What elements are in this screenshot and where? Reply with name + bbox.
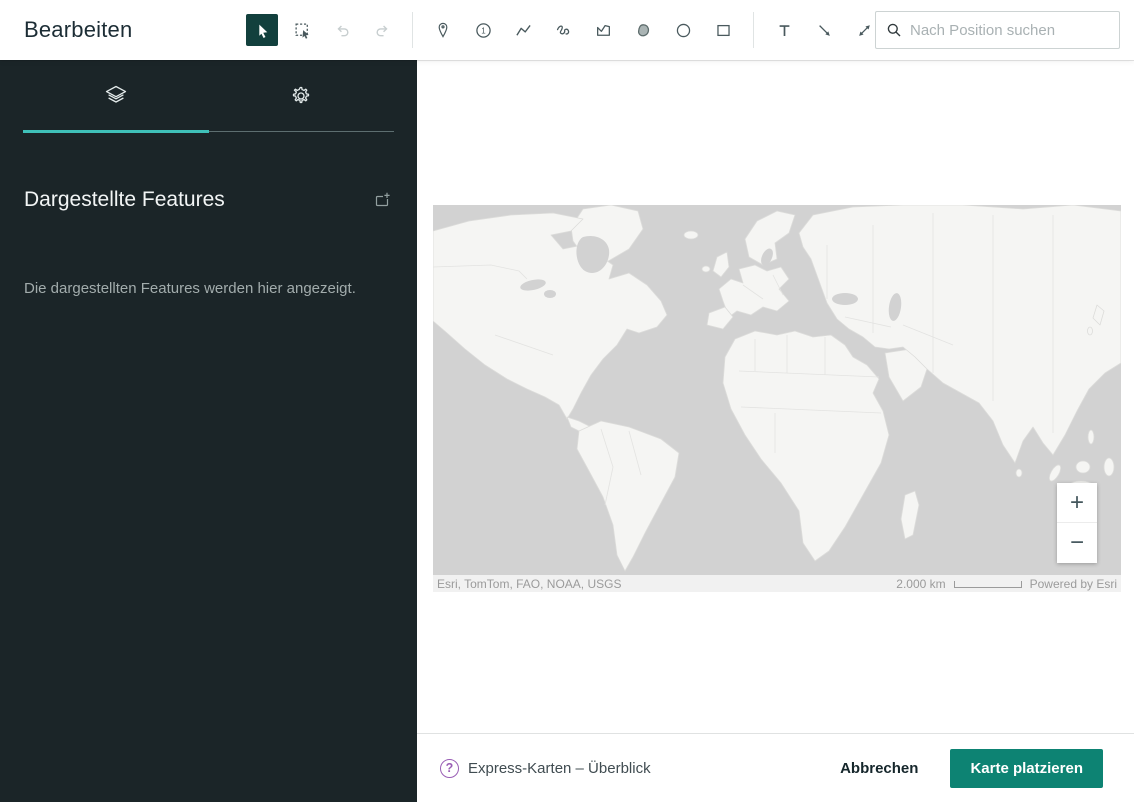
- freehand-line-tool-button[interactable]: [547, 14, 579, 46]
- help-link[interactable]: ? Express-Karten – Überblick: [440, 759, 651, 778]
- tab-layers[interactable]: [23, 60, 209, 131]
- powered-by-label: Powered by Esri: [1030, 577, 1117, 591]
- panel-title: Dargestellte Features: [24, 188, 225, 212]
- place-map-button[interactable]: Karte platzieren: [950, 749, 1103, 788]
- search-icon: [886, 22, 902, 38]
- panel-tabbar: [23, 60, 394, 132]
- polyline-tool-button[interactable]: [507, 14, 539, 46]
- polygon-tool-button[interactable]: [587, 14, 619, 46]
- zoom-in-button[interactable]: +: [1057, 483, 1097, 523]
- position-search: [875, 11, 1120, 49]
- redo-icon: [374, 22, 391, 39]
- action-bar: ? Express-Karten – Überblick Abbrechen K…: [417, 733, 1134, 802]
- map-attribution-bar: Esri, TomTom, FAO, NOAA, USGS 2.000 km P…: [433, 575, 1121, 592]
- map-canvas[interactable]: Esri, TomTom, FAO, NOAA, USGS 2.000 km P…: [433, 205, 1121, 592]
- double-arrow-icon: [856, 22, 873, 39]
- page-title: Bearbeiten: [24, 17, 132, 43]
- tab-settings[interactable]: [209, 60, 395, 131]
- top-header: Bearbeiten: [0, 0, 1134, 60]
- cancel-button[interactable]: Abbrechen: [840, 760, 918, 777]
- polyline-icon: [515, 22, 532, 39]
- arrow-tool-button[interactable]: [808, 14, 840, 46]
- select-tool-button[interactable]: [246, 14, 278, 46]
- numbered-marker-icon: 1: [475, 22, 492, 39]
- marquee-select-icon: [294, 22, 311, 39]
- circle-tool-button[interactable]: [667, 14, 699, 46]
- search-input[interactable]: [910, 22, 1109, 39]
- left-panel: Dargestellte Features Die dargestellten …: [0, 60, 417, 802]
- undo-icon: [334, 22, 351, 39]
- rectangle-tool-button[interactable]: [707, 14, 739, 46]
- redo-button[interactable]: [366, 14, 398, 46]
- numbered-point-tool-button[interactable]: 1: [467, 14, 499, 46]
- toolbar-divider: [412, 12, 413, 48]
- cursor-icon: [254, 22, 271, 39]
- toolbar-divider: [753, 12, 754, 48]
- freehand-line-icon: [555, 22, 572, 39]
- circle-icon: [675, 22, 692, 39]
- add-feature-button[interactable]: [371, 189, 393, 211]
- numbered-marker-digit: 1: [481, 26, 486, 35]
- marquee-select-tool-button[interactable]: [286, 14, 318, 46]
- world-basemap: [433, 205, 1121, 592]
- rectangle-icon: [715, 22, 732, 39]
- panel-header: Dargestellte Features: [24, 188, 393, 212]
- point-tool-button[interactable]: [427, 14, 459, 46]
- scale-label: 2.000 km: [896, 577, 945, 591]
- scale-bar: [954, 581, 1022, 588]
- zoom-out-button[interactable]: −: [1057, 523, 1097, 563]
- help-label: Express-Karten – Überblick: [468, 760, 651, 777]
- panel-description: Die dargestellten Features werden hier a…: [24, 278, 393, 300]
- map-workspace: Esri, TomTom, FAO, NOAA, USGS 2.000 km P…: [417, 60, 1134, 802]
- help-icon: ?: [440, 759, 459, 778]
- zoom-controls: + −: [1057, 483, 1097, 563]
- text-tool-button[interactable]: [768, 14, 800, 46]
- gear-icon: [288, 83, 314, 109]
- arrow-icon: [816, 22, 833, 39]
- edit-toolbar: 1: [246, 0, 888, 60]
- freehand-polygon-tool-button[interactable]: [627, 14, 659, 46]
- attribution-sources: Esri, TomTom, FAO, NOAA, USGS: [437, 577, 621, 591]
- undo-button[interactable]: [326, 14, 358, 46]
- text-icon: [776, 22, 793, 39]
- freehand-polygon-icon: [635, 22, 652, 39]
- layers-icon: [103, 83, 129, 109]
- map-pin-icon: [435, 22, 451, 38]
- polygon-icon: [595, 22, 612, 39]
- add-feature-icon: [373, 191, 391, 209]
